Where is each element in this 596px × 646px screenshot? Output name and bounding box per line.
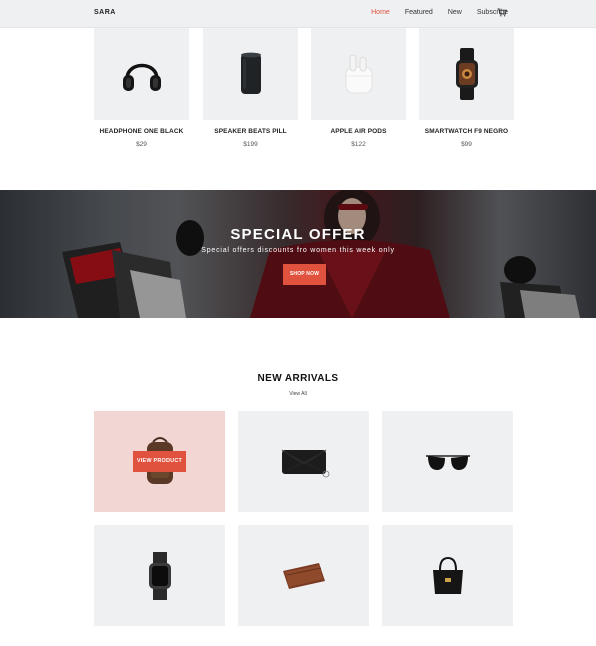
product-price: $199 — [243, 141, 258, 148]
special-offer-banner: SPECIAL OFFER Special offers discounts f… — [0, 190, 596, 318]
new-arrivals-title: NEW ARRIVALS — [257, 373, 339, 384]
product-name[interactable]: HEADPHONE ONE BLACK — [94, 128, 189, 135]
view-all-link[interactable]: View All — [0, 391, 596, 397]
watch-icon — [148, 551, 171, 600]
handbag-icon — [432, 556, 463, 594]
cart-icon[interactable] — [497, 8, 507, 17]
banner-title: SPECIAL OFFER — [230, 226, 366, 243]
product-card[interactable]: SMARTWATCH F9 NEGRO $99 — [419, 28, 514, 148]
product-image[interactable] — [311, 28, 406, 120]
wallet-icon — [282, 562, 325, 589]
sunglasses-icon — [425, 454, 470, 470]
product-card[interactable]: APPLE AIR PODS $122 — [311, 28, 406, 148]
arrival-card-handbag[interactable] — [382, 525, 513, 626]
arrival-card-clutch[interactable] — [238, 411, 369, 512]
product-image[interactable] — [94, 28, 189, 120]
product-name[interactable]: SPEAKER BEATS PILL — [203, 128, 298, 135]
arrival-card-backpack[interactable]: VIEW PRODUCT — [94, 411, 225, 512]
view-product-button[interactable]: VIEW PRODUCT — [133, 451, 186, 472]
product-image[interactable] — [203, 28, 298, 120]
smartwatch-icon — [455, 48, 478, 100]
nav-links: Home Featured New Subscribe — [356, 9, 508, 16]
product-price: $122 — [351, 141, 366, 148]
product-name[interactable]: SMARTWATCH F9 NEGRO — [419, 128, 514, 135]
arrival-card-watch[interactable] — [94, 525, 225, 626]
banner-subtitle: Special offers discounts fro women this … — [201, 247, 395, 254]
headphone-icon — [122, 63, 161, 91]
arrival-card-wallet[interactable] — [238, 525, 369, 626]
product-card[interactable]: SPEAKER BEATS PILL $199 — [203, 28, 298, 148]
banner-overlay — [0, 190, 596, 318]
speaker-icon — [240, 52, 261, 94]
product-image[interactable] — [419, 28, 514, 120]
arrival-card-sunglasses[interactable] — [382, 411, 513, 512]
nav-link-featured[interactable]: Featured — [405, 9, 433, 16]
product-name[interactable]: APPLE AIR PODS — [311, 128, 406, 135]
shop-now-button[interactable]: SHOP NOW — [283, 264, 326, 285]
navbar: SARA Home Featured New Subscribe — [0, 0, 596, 28]
nav-link-home[interactable]: Home — [371, 9, 390, 16]
product-card[interactable]: HEADPHONE ONE BLACK $29 — [94, 28, 189, 148]
airpods-icon — [345, 54, 372, 94]
clutch-bag-icon — [281, 449, 329, 477]
nav-link-new[interactable]: New — [448, 9, 462, 16]
brand-logo[interactable]: SARA — [94, 9, 116, 16]
product-price: $29 — [136, 141, 147, 148]
product-price: $99 — [461, 141, 472, 148]
